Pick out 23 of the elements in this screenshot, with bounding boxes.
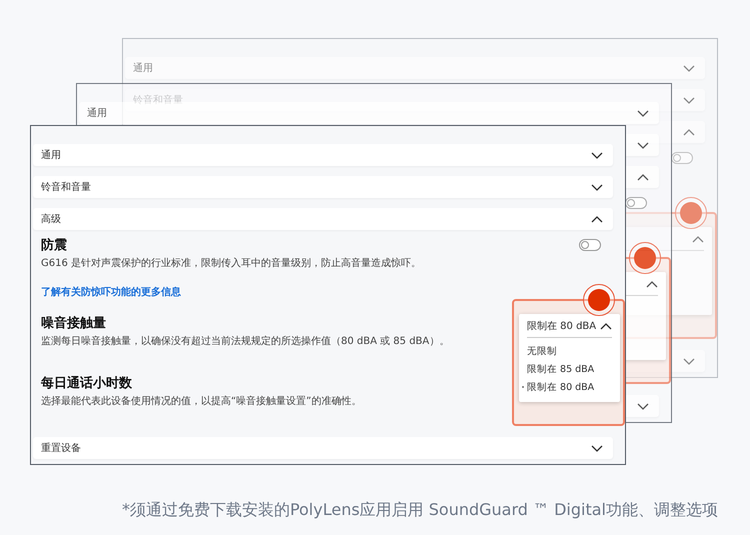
accordion-row[interactable]: 通用: [33, 144, 613, 166]
setting-description: G616 是针对声震保护的行业标准，限制传入耳中的音量级别，防止高音量造成惊吓。: [41, 256, 422, 270]
accordion-row[interactable]: 重置设备: [33, 437, 613, 459]
setting-title: 防震: [41, 237, 67, 254]
setting-description: 监测每日噪音接触量，以确保没有超过当前法规规定的所选操作值（80 dBA 或 85 dBA）。: [41, 334, 450, 348]
dropdown-option[interactable]: 限制在 85 dBA: [527, 360, 612, 378]
toggle-switch[interactable]: [625, 197, 647, 209]
learn-more-link[interactable]: 了解有关防惊吓功能的更多信息: [41, 287, 181, 298]
dropdown-option[interactable]: 无限制: [527, 342, 612, 360]
dropdown-value[interactable]: 限制在 80 dBA: [527, 319, 596, 333]
setting-title: 每日通话小时数: [41, 375, 132, 392]
dropdown-option[interactable]: 限制在 80 dBA: [527, 378, 612, 396]
footnote-text: *须通过免费下载安装的PolyLens应用启用 SoundGuard ™ Digital功能、调整选项: [120, 500, 718, 521]
tap-indicator-icon: [675, 197, 707, 229]
accordion-row[interactable]: 通用: [79, 102, 659, 124]
toggle-switch[interactable]: [671, 152, 693, 164]
tap-indicator-icon: [583, 284, 615, 316]
accordion-row[interactable]: 铃音和音量: [33, 176, 613, 198]
toggle-switch[interactable]: [579, 239, 601, 251]
setting-description: 选择最能代表此设备使用情况的值，以提高“噪音接触量设置”的准确性。: [41, 394, 362, 408]
tap-indicator-icon: [629, 242, 661, 274]
setting-title: 噪音接触量: [41, 314, 106, 332]
accordion-row[interactable]: 高级: [33, 208, 613, 230]
